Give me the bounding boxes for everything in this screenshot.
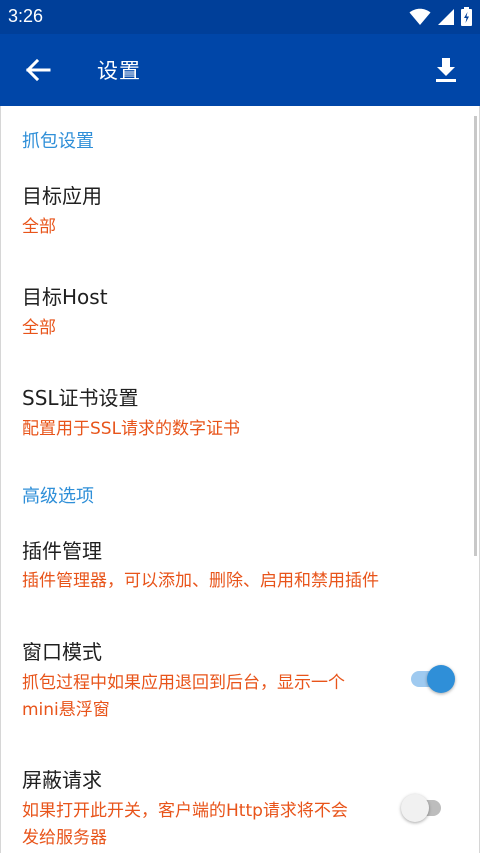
status-icons — [409, 7, 472, 30]
pref-summary: 如果打开此开关，客户端的Http请求将不会 发给服务器 — [22, 798, 392, 852]
pref-title: 窗口模式 — [22, 640, 102, 664]
signal-icon — [437, 8, 455, 30]
block-requests-toggle[interactable] — [401, 792, 449, 822]
section-header-capture: 抓包设置 — [22, 131, 94, 152]
pref-summary: 全部 — [22, 217, 56, 237]
scrollbar[interactable] — [474, 116, 477, 556]
pref-title: 屏蔽请求 — [22, 768, 102, 792]
summary-line: 如果打开此开关，客户端的Http请求将不会 — [22, 801, 348, 821]
toggle-thumb — [427, 665, 455, 693]
status-time: 3:26 — [8, 6, 44, 26]
download-button[interactable] — [430, 50, 462, 90]
summary-line: mini悬浮窗 — [22, 700, 110, 720]
download-icon — [436, 58, 456, 82]
pref-summary: 配置用于SSL请求的数字证书 — [22, 419, 241, 439]
pref-title: 插件管理 — [22, 539, 102, 563]
pref-summary: 插件管理器，可以添加、删除、启用和禁用插件 — [22, 571, 379, 591]
summary-line: 发给服务器 — [22, 828, 107, 848]
app-bar: 设置 — [0, 34, 480, 106]
status-bar: 3:26 — [0, 0, 480, 34]
pref-title: SSL证书设置 — [22, 386, 139, 410]
pref-summary: 全部 — [22, 318, 56, 338]
pref-summary: 抓包过程中如果应用退回到后台，显示一个 mini悬浮窗 — [22, 670, 392, 724]
summary-line: 抓包过程中如果应用退回到后台，显示一个 — [22, 673, 345, 693]
pref-title: 目标Host — [22, 285, 108, 309]
battery-icon — [461, 7, 472, 30]
pref-title: 目标应用 — [22, 184, 102, 208]
settings-list[interactable]: 抓包设置 目标应用 全部 目标Host 全部 SSL证书设置 配置用于SSL请求… — [0, 106, 480, 853]
section-header-advanced: 高级选项 — [22, 486, 94, 507]
window-mode-toggle[interactable] — [409, 663, 457, 693]
arrow-back-icon — [25, 58, 51, 82]
toggle-thumb — [401, 794, 429, 822]
page-title: 设置 — [97, 59, 141, 83]
wifi-icon — [409, 8, 431, 30]
back-button[interactable] — [18, 52, 58, 88]
